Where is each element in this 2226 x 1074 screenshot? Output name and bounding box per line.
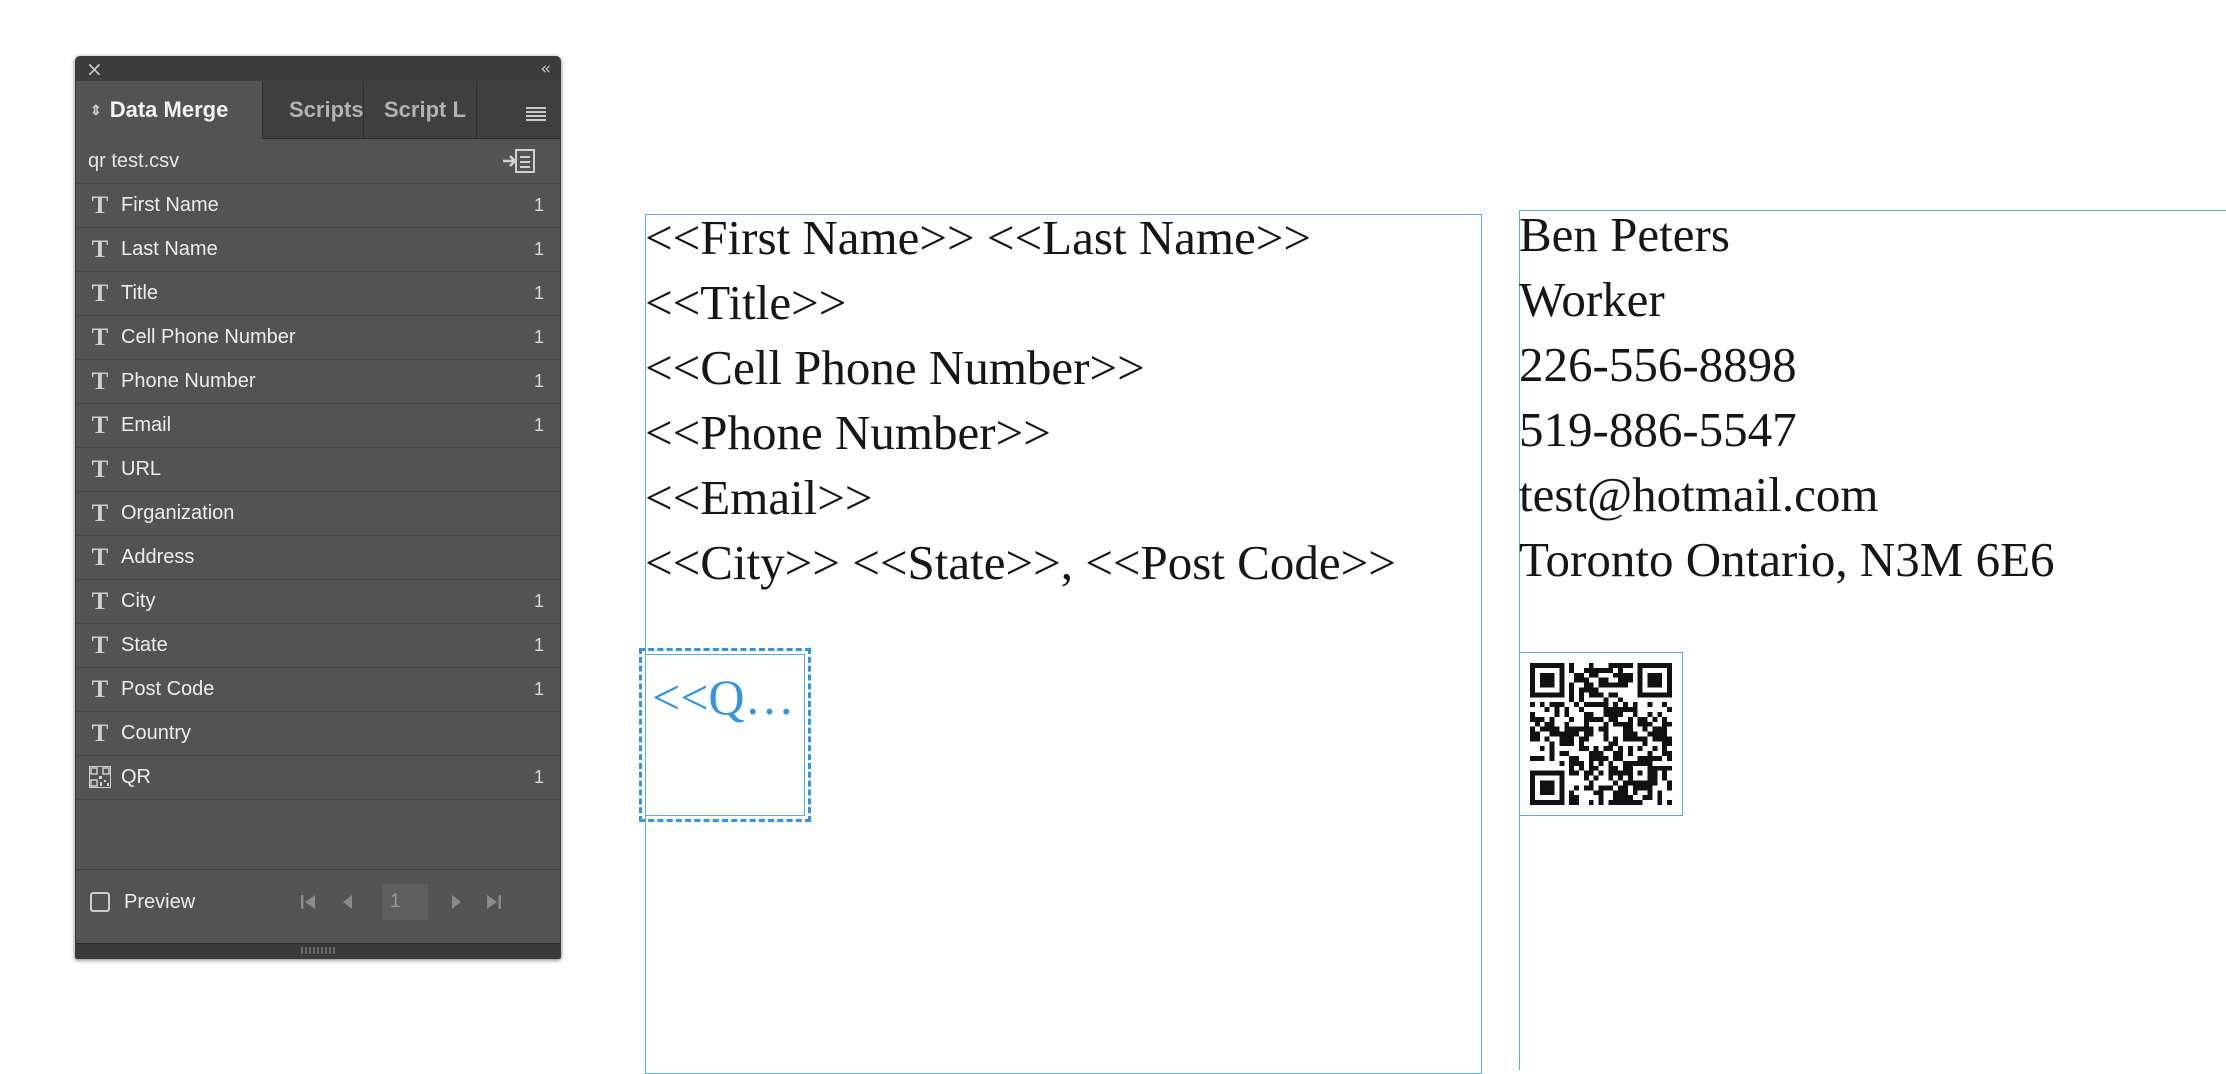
preview-label: Preview xyxy=(124,891,196,913)
field-count: 1 xyxy=(533,679,544,699)
text-field-icon: T xyxy=(91,368,109,395)
text-field-icon: T xyxy=(91,544,109,571)
record-number-field[interactable]: 1 xyxy=(382,884,428,920)
field-row-cell-phone-number[interactable]: T Cell Phone Number 1 xyxy=(76,316,560,360)
field-count: 1 xyxy=(533,767,544,787)
template-placeholder-text[interactable]: <<First Name>> <<Last Name>> <<Title>> <… xyxy=(645,205,1396,595)
field-name: Organization xyxy=(121,502,235,524)
merged-line-address: Toronto Ontario, N3M 6E6 xyxy=(1519,532,2055,587)
qr-placeholder-frame[interactable]: <<Q… xyxy=(639,648,811,822)
panel-menu-icon[interactable] xyxy=(526,107,546,121)
collapse-panel-icon[interactable]: ‹‹ xyxy=(540,58,550,80)
field-row-title[interactable]: T Title 1 xyxy=(76,272,560,316)
next-record-icon[interactable] xyxy=(446,892,466,912)
tab-label: Scripts xyxy=(289,97,363,122)
merged-line-title: Worker xyxy=(1519,272,1665,327)
field-row-post-code[interactable]: T Post Code 1 xyxy=(76,668,560,712)
placeholder-line-address: <<City>> <<State>>, <<Post Code>> xyxy=(645,535,1396,590)
panel-footer: Preview 1 xyxy=(76,869,560,950)
text-field-icon: T xyxy=(91,720,109,747)
qr-code-image xyxy=(1530,663,1672,805)
text-field-icon: T xyxy=(91,192,109,219)
field-name: Post Code xyxy=(121,678,215,700)
field-row-city[interactable]: T City 1 xyxy=(76,580,560,624)
field-name: Phone Number xyxy=(121,370,256,392)
merged-line-name: Ben Peters xyxy=(1519,207,1730,262)
text-field-icon: T xyxy=(91,676,109,703)
resize-grip-icon xyxy=(301,947,337,954)
tab-script-label[interactable]: Script L xyxy=(364,81,476,138)
field-count: 1 xyxy=(533,327,544,347)
field-count: 1 xyxy=(533,635,544,655)
placeholder-line-cell-phone: <<Cell Phone Number>> xyxy=(645,340,1145,395)
previous-record-icon[interactable] xyxy=(338,892,358,912)
field-name: State xyxy=(121,634,168,656)
text-field-icon: T xyxy=(91,632,109,659)
reorder-icon: ⇕ xyxy=(90,102,102,118)
tab-data-merge[interactable]: ⇕ Data Merge xyxy=(76,81,262,139)
data-source-filename: qr test.csv xyxy=(88,150,180,172)
field-name: Last Name xyxy=(121,238,218,260)
text-field-icon: T xyxy=(91,280,109,307)
preview-checkbox[interactable] xyxy=(90,892,110,912)
field-row-organization[interactable]: T Organization xyxy=(76,492,560,536)
field-count: 1 xyxy=(533,195,544,215)
merge-field-list: T First Name 1 T Last Name 1 T Title 1 T… xyxy=(76,184,560,800)
field-row-country[interactable]: T Country xyxy=(76,712,560,756)
field-row-address[interactable]: T Address xyxy=(76,536,560,580)
qr-placeholder-text: <<Q… xyxy=(652,669,795,725)
tab-label: Script L xyxy=(384,97,466,122)
placeholder-line-email: <<Email>> xyxy=(645,470,873,525)
merged-line-email: test@hotmail.com xyxy=(1519,467,1879,522)
field-row-first-name[interactable]: T First Name 1 xyxy=(76,184,560,228)
text-field-icon: T xyxy=(91,588,109,615)
field-row-state[interactable]: T State 1 xyxy=(76,624,560,668)
field-count: 1 xyxy=(533,415,544,435)
text-field-icon: T xyxy=(91,456,109,483)
text-field-icon: T xyxy=(91,412,109,439)
field-name: City xyxy=(121,590,156,612)
merged-line-phone: 519-886-5547 xyxy=(1519,402,1797,457)
panel-titlebar[interactable]: × ‹‹ xyxy=(76,57,560,81)
field-row-phone-number[interactable]: T Phone Number 1 xyxy=(76,360,560,404)
field-name: Title xyxy=(121,282,159,304)
merged-line-cell-phone: 226-556-8898 xyxy=(1519,337,1797,392)
field-name: Cell Phone Number xyxy=(121,326,296,348)
merged-record-text[interactable]: Ben Peters Worker 226-556-8898 519-886-5… xyxy=(1519,202,2055,592)
text-field-icon: T xyxy=(91,324,109,351)
last-record-icon[interactable] xyxy=(484,892,504,912)
placeholder-line-phone: <<Phone Number>> xyxy=(645,405,1051,460)
tab-divider xyxy=(476,81,477,138)
field-name: URL xyxy=(121,458,162,480)
field-name: Email xyxy=(121,414,172,436)
merged-qr-frame[interactable] xyxy=(1519,652,1683,816)
tab-scripts[interactable]: Scripts xyxy=(263,81,363,138)
field-name: First Name xyxy=(121,194,219,216)
placeholder-line-name: <<First Name>> <<Last Name>> xyxy=(645,210,1312,265)
text-field-icon: T xyxy=(91,500,109,527)
data-source-row: qr test.csv xyxy=(76,139,560,184)
field-name: Country xyxy=(121,722,192,744)
field-count: 1 xyxy=(533,239,544,259)
field-row-email[interactable]: T Email 1 xyxy=(76,404,560,448)
text-field-icon: T xyxy=(91,236,109,263)
field-row-url[interactable]: T URL xyxy=(76,448,560,492)
first-record-icon[interactable] xyxy=(298,892,318,912)
placeholder-line-title: <<Title>> xyxy=(645,275,847,330)
field-name: Address xyxy=(121,546,195,568)
panel-resize-handle[interactable] xyxy=(76,943,560,958)
close-icon[interactable]: × xyxy=(86,58,103,80)
field-row-qr[interactable]: QR 1 xyxy=(76,756,560,800)
panel-tabbar: ⇕ Data Merge Scripts Script L xyxy=(76,81,560,139)
field-count: 1 xyxy=(533,591,544,611)
field-count: 1 xyxy=(533,371,544,391)
tab-label: Data Merge xyxy=(109,97,229,122)
data-merge-panel: × ‹‹ ⇕ Data Merge Scripts Script L qr tes… xyxy=(75,56,561,959)
field-name: QR xyxy=(121,766,151,788)
field-count: 1 xyxy=(533,283,544,303)
qr-code-field-icon xyxy=(88,766,112,788)
import-data-source-icon[interactable] xyxy=(502,149,536,173)
field-row-last-name[interactable]: T Last Name 1 xyxy=(76,228,560,272)
